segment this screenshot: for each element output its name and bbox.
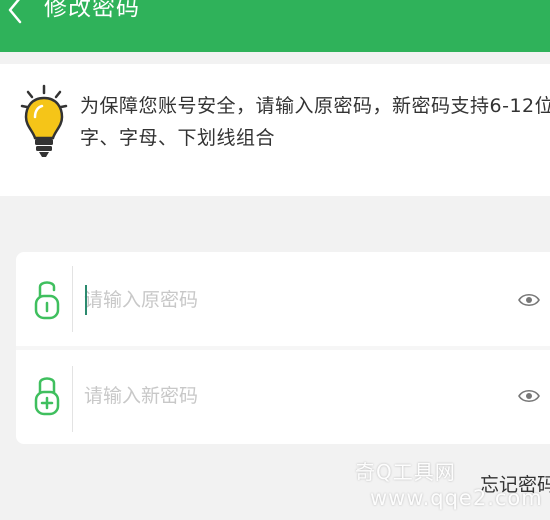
new-password-input[interactable] — [84, 378, 484, 414]
lightbulb-icon — [20, 84, 68, 157]
password-form — [16, 252, 550, 444]
notice-text: 为保障您账号安全，请输入原密码，新密码支持6-12位数 字、字母、下划线组合 — [80, 90, 550, 154]
change-password-screen: 修改密码 为保障您账号安全，请输入原密码，新密码支持6-12位数 字、字母、下划… — [0, 0, 550, 520]
new-password-row — [16, 350, 550, 444]
text-cursor — [85, 285, 87, 315]
page-title: 修改密码 — [44, 0, 140, 21]
eye-icon[interactable] — [518, 292, 540, 308]
watermark-url: www.qqe2.com — [370, 486, 543, 510]
lock-open-icon — [34, 281, 60, 320]
divider — [72, 266, 73, 332]
watermark-title: 奇Q工具网 — [355, 460, 456, 484]
app-header: 修改密码 — [0, 0, 550, 52]
old-password-row — [16, 252, 550, 346]
eye-icon[interactable] — [518, 388, 540, 404]
notice-line-2: 字、字母、下划线组合 — [80, 127, 276, 149]
chevron-left-icon[interactable] — [2, 0, 30, 24]
old-password-input[interactable] — [84, 282, 484, 318]
lock-plus-icon — [34, 377, 60, 416]
security-notice: 为保障您账号安全，请输入原密码，新密码支持6-12位数 字、字母、下划线组合 — [0, 64, 550, 196]
divider — [72, 366, 73, 432]
notice-line-1: 为保障您账号安全，请输入原密码，新密码支持6-12位数 — [80, 95, 550, 117]
